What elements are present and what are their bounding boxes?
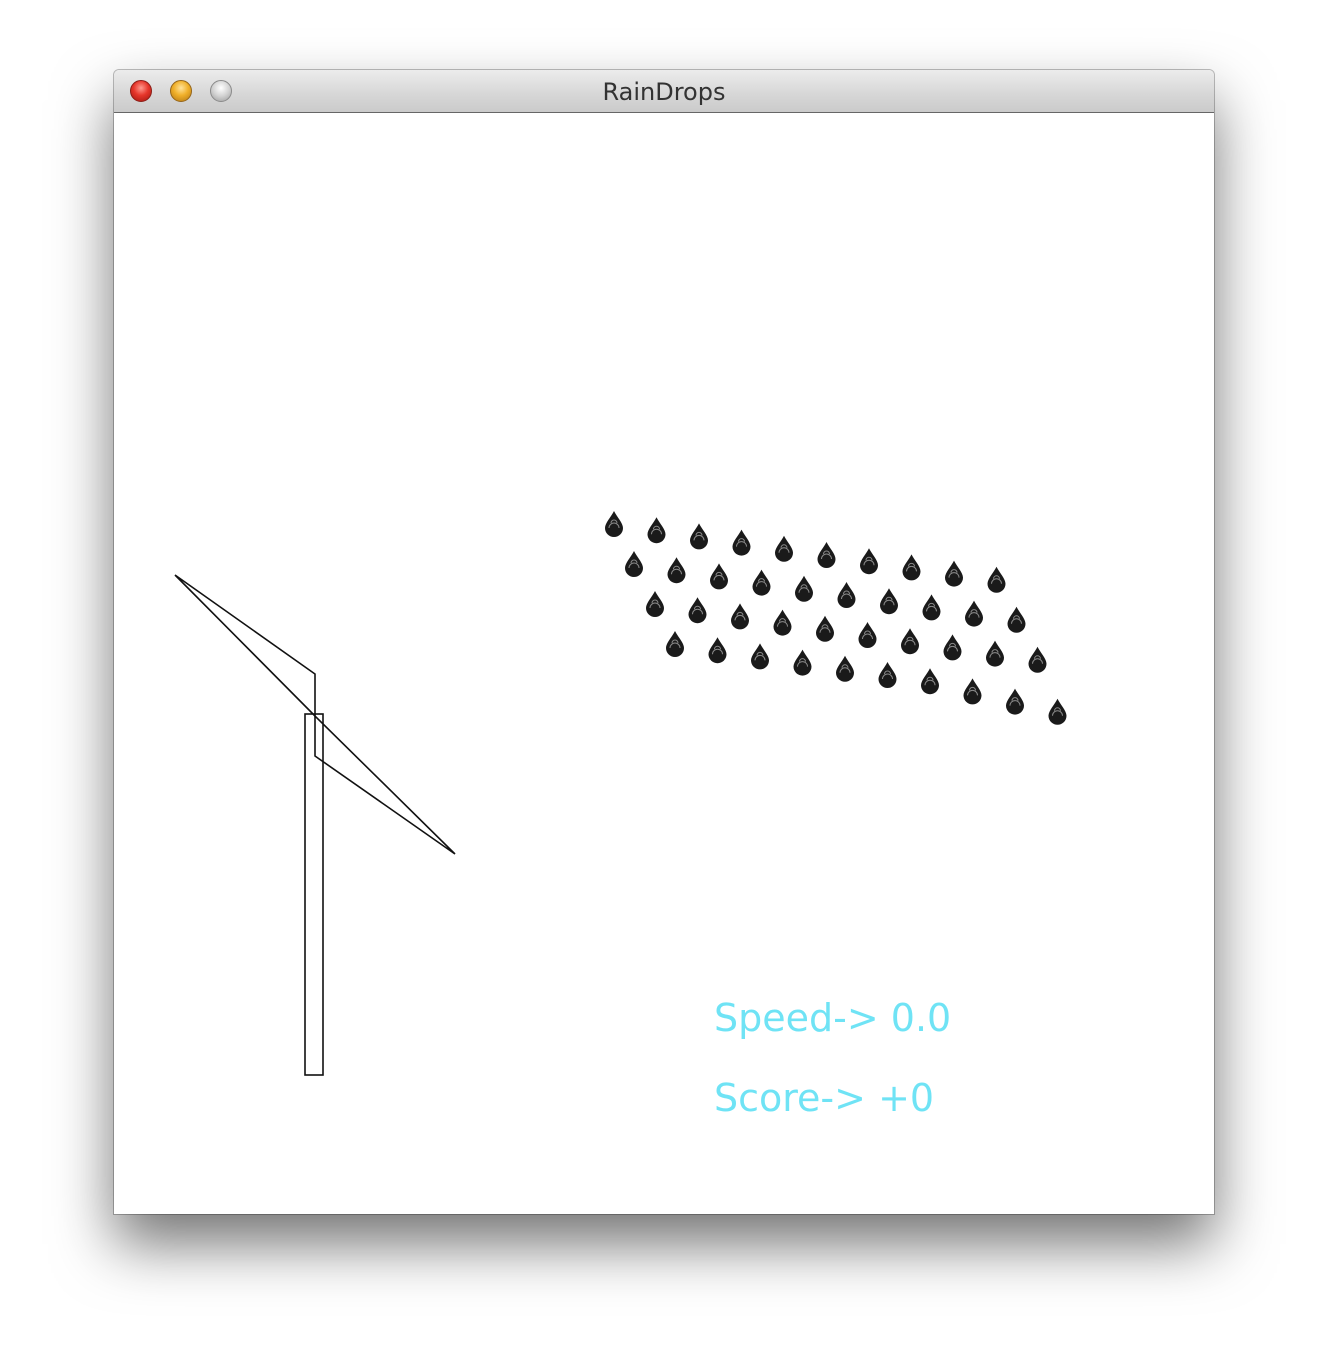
raindrop bbox=[878, 662, 897, 688]
raindrop bbox=[647, 517, 666, 544]
raindrop bbox=[775, 535, 793, 562]
raindrop bbox=[837, 582, 856, 608]
raindrop bbox=[922, 594, 941, 621]
raindrop bbox=[688, 597, 707, 624]
raindrop bbox=[943, 634, 962, 661]
title-bar[interactable]: RainDrops bbox=[114, 70, 1214, 113]
raindrop bbox=[605, 511, 623, 537]
game-canvas[interactable]: Speed-> 0.0 Score-> +0 bbox=[114, 113, 1214, 1214]
window-title: RainDrops bbox=[602, 78, 726, 106]
app-window: RainDrops Speed-> 0.0 Score-> +0 bbox=[114, 70, 1214, 1214]
score-label: Score-> bbox=[714, 1076, 866, 1120]
raindrop bbox=[752, 569, 771, 596]
raindrop bbox=[708, 637, 727, 664]
raindrop bbox=[945, 560, 963, 587]
raindrop bbox=[732, 529, 751, 556]
raindrop bbox=[880, 588, 898, 615]
raindrop bbox=[902, 554, 921, 581]
raindrop bbox=[860, 548, 878, 575]
raindrop bbox=[858, 622, 877, 648]
desktop: RainDrops Speed-> 0.0 Score-> +0 bbox=[0, 0, 1328, 1372]
raindrop bbox=[901, 628, 919, 655]
windmill bbox=[174, 574, 456, 1076]
raindrop bbox=[1028, 646, 1047, 673]
raindrop bbox=[987, 566, 1006, 593]
raindrop bbox=[773, 609, 792, 636]
speed-readout: Speed-> 0.0 bbox=[714, 996, 951, 1040]
windmill-blade-lower bbox=[314, 714, 456, 855]
speed-value: 0.0 bbox=[890, 996, 952, 1040]
raindrop bbox=[690, 523, 708, 550]
raindrop bbox=[625, 551, 643, 577]
raindrop bbox=[986, 640, 1004, 667]
raindrop bbox=[836, 655, 854, 682]
score-readout: Score-> +0 bbox=[714, 1076, 934, 1120]
windmill-tower bbox=[304, 713, 324, 1076]
raindrop bbox=[817, 542, 836, 568]
raindrop bbox=[666, 631, 684, 657]
raindrop bbox=[751, 643, 769, 670]
raindrop bbox=[1006, 688, 1024, 715]
raindrop-formation bbox=[605, 511, 1067, 725]
raindrop bbox=[731, 603, 749, 630]
windmill-blade-upper bbox=[174, 574, 316, 718]
raindrop bbox=[963, 678, 982, 705]
raindrop bbox=[816, 615, 834, 642]
raindrop bbox=[710, 563, 728, 590]
game-scene bbox=[174, 511, 1067, 1076]
raindrop bbox=[965, 600, 983, 627]
raindrop bbox=[1007, 606, 1026, 633]
raindrop bbox=[921, 668, 939, 695]
raindrop bbox=[793, 649, 812, 676]
raindrop bbox=[795, 575, 813, 602]
speed-label: Speed-> bbox=[714, 996, 879, 1040]
raindrop bbox=[1048, 698, 1067, 725]
raindrop bbox=[646, 591, 664, 617]
score-value: +0 bbox=[878, 1076, 935, 1120]
raindrop bbox=[667, 557, 686, 584]
